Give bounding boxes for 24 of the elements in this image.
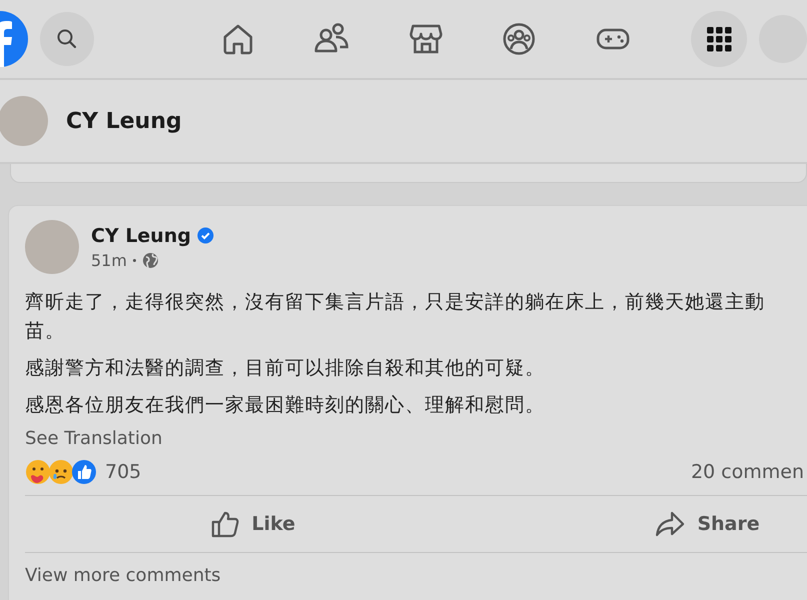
sad-reaction-icon [48, 459, 74, 485]
share-button[interactable]: Share [480, 496, 807, 552]
globe-icon [142, 252, 159, 268]
reaction-count[interactable]: 705 [105, 461, 142, 483]
share-arrow-icon [655, 510, 686, 538]
post-time[interactable]: 51m [91, 250, 127, 270]
view-more-comments-link[interactable]: View more comments [25, 565, 221, 586]
groups-icon[interactable] [502, 22, 536, 56]
post-text: 齊昕走了，走得很突然，沒有留下集言片語，只是安詳的躺在床上，前幾天她還主動苗。 [25, 290, 766, 344]
home-icon[interactable] [221, 22, 255, 56]
grid-icon [706, 26, 732, 52]
like-button[interactable]: Like [25, 496, 480, 552]
thumbs-up-icon [210, 510, 240, 538]
see-translation-link[interactable]: See Translation [25, 428, 162, 449]
care-reaction-icon [25, 459, 51, 485]
search-icon [55, 27, 79, 51]
post-text: 感謝警方和法醫的調查，目前可以排除自殺和其他的可疑。 [25, 356, 546, 381]
store-icon[interactable] [409, 22, 443, 56]
like-reaction-icon [71, 459, 97, 485]
logo-icon[interactable] [0, 11, 28, 67]
profile-name[interactable]: CY Leung [66, 108, 182, 134]
comment-count[interactable]: 20 commen [690, 461, 804, 483]
author-name[interactable]: CY Leung [91, 224, 191, 246]
post-text: 感恩各位朋友在我們一家最困難時刻的關心、理解和慰問。 [25, 393, 546, 418]
